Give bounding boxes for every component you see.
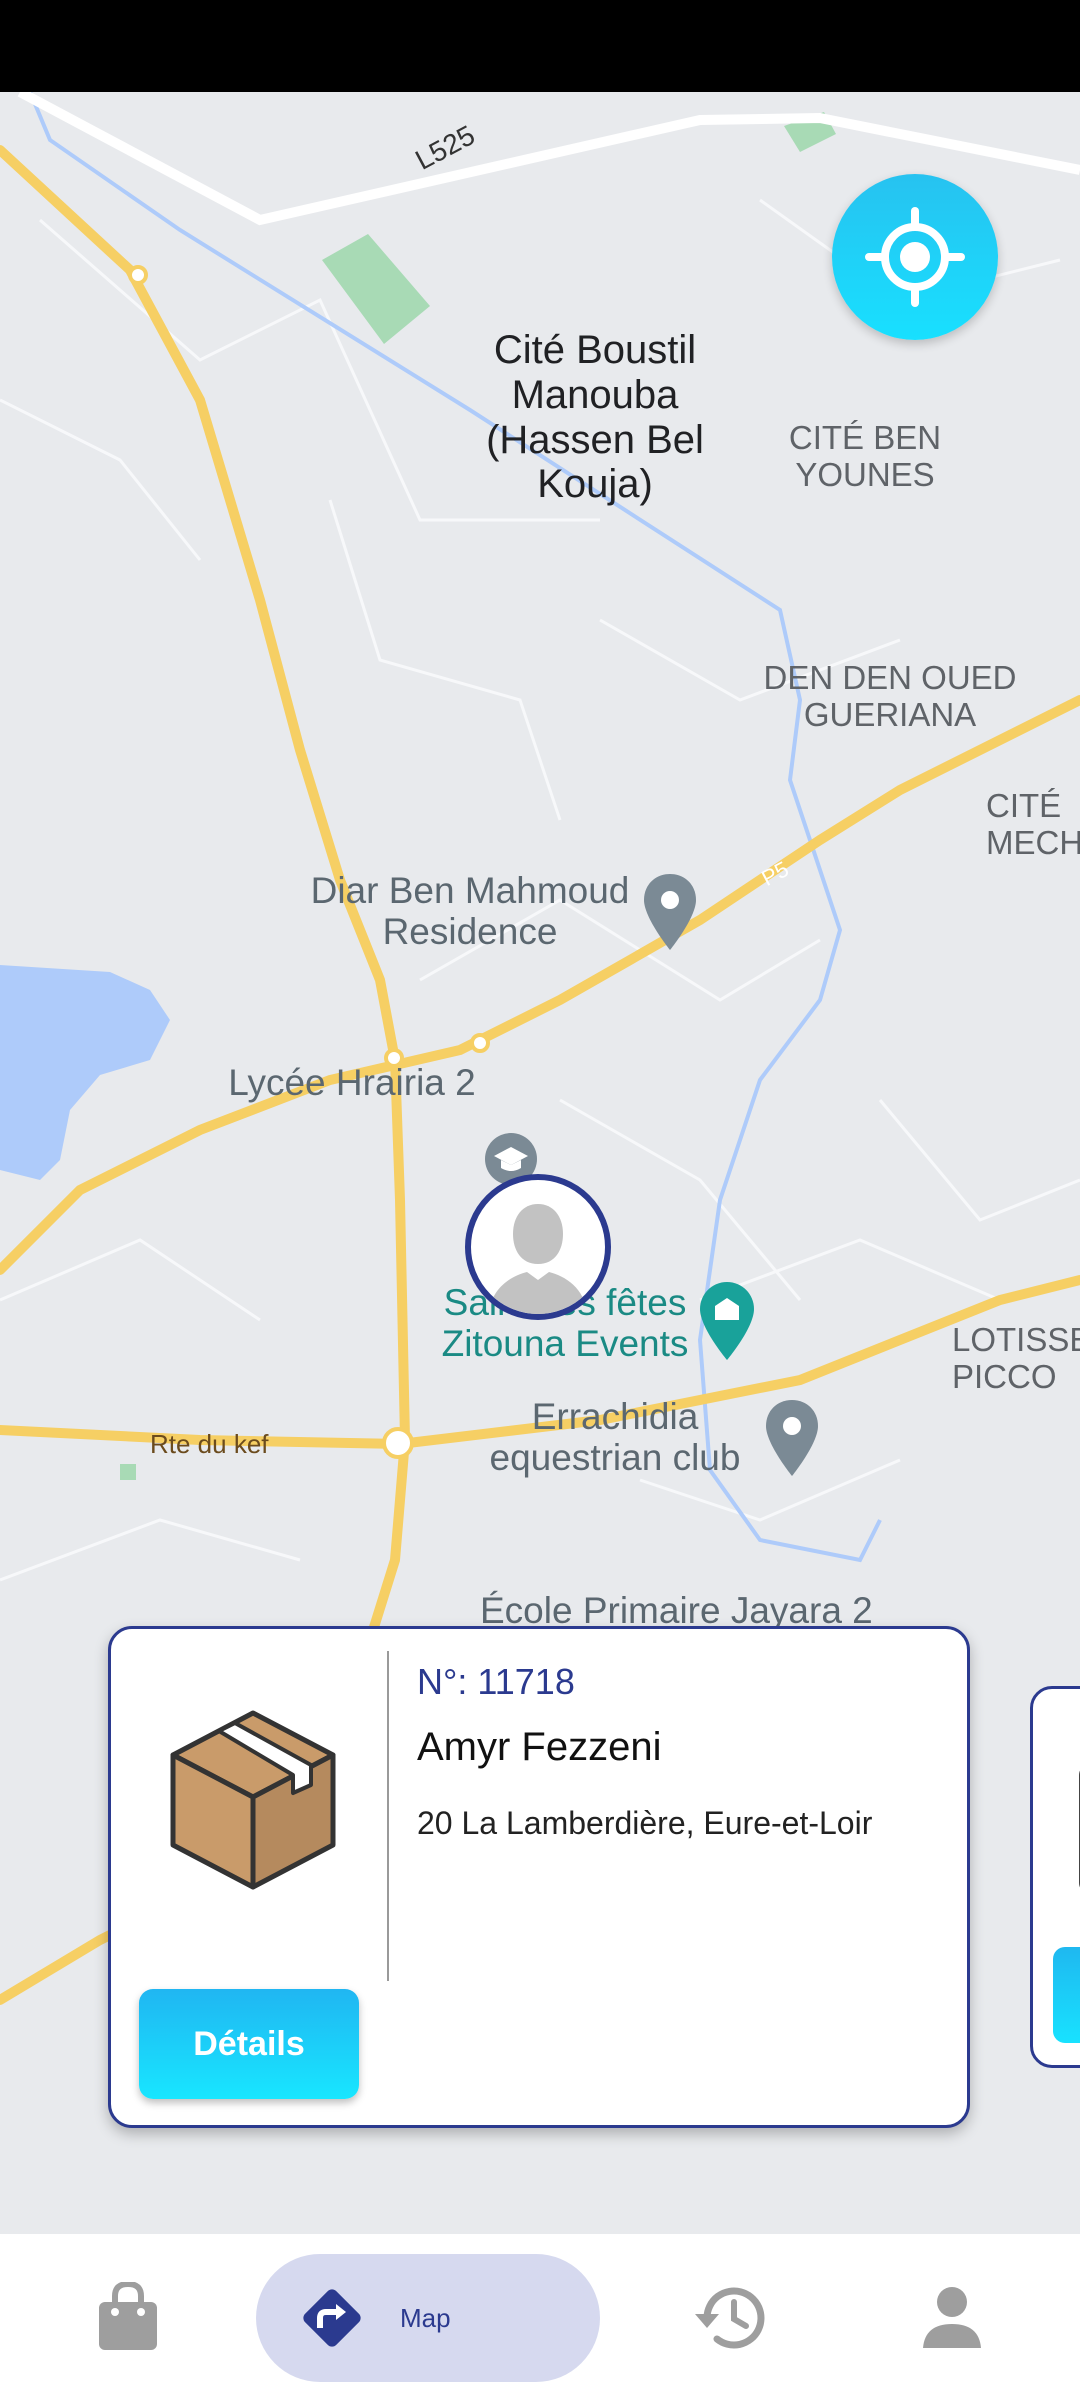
nav-map-label: Map xyxy=(400,2302,451,2333)
delivery-card[interactable]: N°: 11718 Amyr Fezzeni 20 La Lamberdière… xyxy=(108,1626,970,2128)
details-button[interactable] xyxy=(1053,1947,1080,2043)
poi-label-lycee: Lycée Hrairia 2 xyxy=(228,1062,476,1103)
next-delivery-card[interactable] xyxy=(1030,1686,1080,2068)
locate-me-button[interactable] xyxy=(832,174,998,340)
district-label-cite-mech: CITÉ MECH xyxy=(986,787,1080,861)
nav-orders[interactable] xyxy=(68,2234,188,2400)
road-label-rte-du-kef: Rte du kef xyxy=(150,1429,269,1459)
person-icon xyxy=(923,2287,981,2348)
map-pin-icon[interactable] xyxy=(698,1280,756,1362)
bottom-nav: Map xyxy=(0,2234,1080,2400)
nav-history[interactable] xyxy=(670,2234,790,2400)
package-box-icon xyxy=(170,1710,336,1890)
crosshair-icon xyxy=(865,207,965,307)
person-silhouette-icon xyxy=(489,1204,587,1314)
order-number: N°: 11718 xyxy=(417,1661,575,1702)
customer-name: Amyr Fezzeni xyxy=(417,1725,662,1769)
status-bar xyxy=(0,0,1080,92)
card-divider xyxy=(387,1651,389,1981)
map-pin-icon[interactable] xyxy=(642,872,698,952)
delivery-address: 20 La Lamberdière, Eure-et-Loir xyxy=(417,1805,873,1841)
district-label-cite-ben-younes: CITÉ BEN YOUNES xyxy=(788,419,942,493)
district-label-cite-boustil: Cité Boustil Manouba (Hassen Bel Kouja) xyxy=(486,328,704,507)
map-pin-icon[interactable] xyxy=(764,1398,820,1478)
poi-label-errachidia: Errachidia equestrian club xyxy=(489,1396,741,1479)
poi-label-diar-ben-mahmoud: Diar Ben Mahmoud Residence xyxy=(310,870,630,953)
history-icon xyxy=(695,2287,765,2349)
shopping-bag-icon xyxy=(99,2282,157,2350)
district-label-lotisse: LOTISSE PICCO xyxy=(952,1321,1080,1395)
directions-icon xyxy=(303,2289,361,2347)
driver-location-avatar[interactable] xyxy=(465,1174,611,1320)
details-button[interactable]: Détails xyxy=(139,1989,359,2099)
district-label-den-den: DEN DEN OUED GUERIANA xyxy=(763,659,1017,733)
nav-map[interactable]: Map xyxy=(256,2254,600,2382)
nav-profile[interactable] xyxy=(892,2234,1012,2400)
